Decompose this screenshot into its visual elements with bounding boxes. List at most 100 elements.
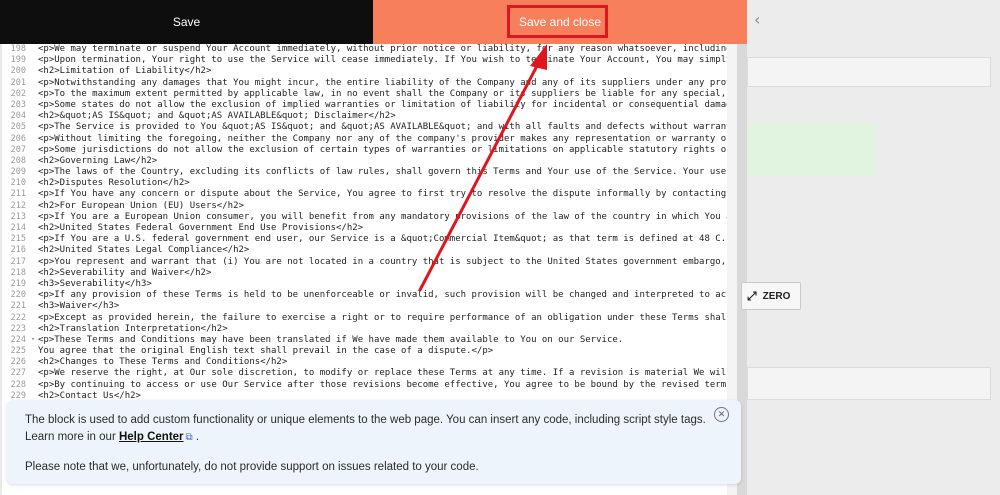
code-text: <h2>Translation Interpretation</h2> bbox=[38, 323, 228, 334]
code-text: <p>To the maximum extent permitted by ap… bbox=[38, 88, 737, 99]
code-line[interactable]: 207 <p>Some jurisdictions do not allow th… bbox=[2, 145, 737, 156]
line-number: 222 bbox=[10, 312, 26, 323]
line-number: 227 bbox=[10, 368, 26, 379]
code-line[interactable]: 210 <h2>Disputes Resolution</h2> bbox=[2, 178, 737, 189]
code-line[interactable]: 223 <h2>Translation Interpretation</h2> bbox=[2, 324, 737, 335]
code-line[interactable]: 209 <p>The laws of the Country, excluding… bbox=[2, 167, 737, 178]
code-text: <h2>Disputes Resolution</h2> bbox=[38, 178, 190, 189]
code-line[interactable]: 200 <h2>Limitation of Liability</h2> bbox=[2, 66, 737, 77]
fold-marker bbox=[28, 290, 38, 301]
line-number: 209 bbox=[10, 167, 26, 178]
code-line[interactable]: 198 <p>We may terminate or suspend Your A… bbox=[2, 44, 737, 55]
code-line[interactable]: 216 <h2>United States Legal Compliance</h… bbox=[2, 245, 737, 256]
line-number: 224 bbox=[10, 334, 26, 345]
expand-icon: ⤢ bbox=[747, 288, 757, 303]
fold-marker bbox=[28, 111, 38, 122]
info-notice: The block is used to add custom function… bbox=[7, 400, 741, 484]
code-line[interactable]: 208 <h2>Governing Law</h2> bbox=[2, 156, 737, 167]
notice-period: . bbox=[195, 431, 200, 443]
fold-marker bbox=[28, 313, 38, 324]
code-text: <p>The laws of the Country, excluding it… bbox=[38, 167, 737, 178]
fold-marker bbox=[28, 279, 38, 290]
code-text: <h2>United States Legal Compliance</h2> bbox=[38, 245, 250, 256]
code-text: <h2>Limitation of Liability</h2> bbox=[38, 66, 212, 77]
code-text: <p>We may terminate or suspend Your Acco… bbox=[38, 44, 737, 54]
code-line[interactable]: 228 <p>By continuing to access or use Our… bbox=[2, 380, 737, 391]
line-number: 210 bbox=[10, 178, 26, 189]
code-line[interactable]: 220 <p>If any provision of these Terms is… bbox=[2, 290, 737, 301]
editor-toolbar: Save Save and close bbox=[0, 0, 747, 44]
fold-marker bbox=[28, 268, 38, 279]
code-line[interactable]: 215 <p>If You are a U.S. federal governme… bbox=[2, 234, 737, 245]
code-line[interactable]: 224 ▾ <p>These Terms and Conditions may ha… bbox=[2, 335, 737, 346]
fold-marker[interactable]: ▾ bbox=[28, 335, 38, 346]
fold-marker bbox=[28, 245, 38, 256]
code-line[interactable]: 206 <p>Without limiting the foregoing, ne… bbox=[2, 134, 737, 145]
code-line[interactable]: 204 <h2>&quot;AS IS&quot; and &quot;AS AV… bbox=[2, 111, 737, 122]
line-number: 211 bbox=[10, 189, 26, 200]
code-line[interactable]: 212 <h2>For European Union (EU) Users</h2… bbox=[2, 201, 737, 212]
line-number: 207 bbox=[10, 144, 26, 155]
fold-marker bbox=[28, 78, 38, 89]
code-text: <p>If any provision of these Terms is he… bbox=[38, 290, 737, 301]
code-line[interactable]: 202 <p>To the maximum extent permitted by… bbox=[2, 89, 737, 100]
highlight-annotation-box bbox=[507, 5, 608, 38]
code-line[interactable]: 203 <p>Some states do not allow the exclu… bbox=[2, 100, 737, 111]
line-number: 199 bbox=[10, 55, 26, 66]
code-line[interactable]: 201 <p>Notwithstanding any damages that Y… bbox=[2, 78, 737, 89]
code-text: <h2>For European Union (EU) Users</h2> bbox=[38, 200, 244, 211]
code-line[interactable]: 213 <p>If You are a European Union consum… bbox=[2, 212, 737, 223]
code-line[interactable]: 227 <p>We reserve the right, at Our sole … bbox=[2, 368, 737, 379]
line-number: 201 bbox=[10, 77, 26, 88]
fold-marker bbox=[28, 368, 38, 379]
fold-marker bbox=[28, 134, 38, 145]
code-line[interactable]: 225 You agree that the original English t… bbox=[2, 346, 737, 357]
code-text: <h2>Changes to These Terms and Condition… bbox=[38, 357, 288, 368]
line-number: 218 bbox=[10, 267, 26, 278]
code-text: <p>If You are a U.S. federal government … bbox=[38, 234, 737, 245]
fold-marker bbox=[28, 357, 38, 368]
line-number: 203 bbox=[10, 99, 26, 110]
code-line[interactable]: 219 <h3>Severability</h3> bbox=[2, 279, 737, 290]
line-number: 216 bbox=[10, 245, 26, 256]
code-text: <p>You represent and warrant that (i) Yo… bbox=[38, 256, 737, 267]
close-icon[interactable]: ✕ bbox=[714, 407, 729, 422]
code-text: <p>The Service is provided to You &quot;… bbox=[38, 122, 737, 133]
chevron-left-icon[interactable]: ‹ bbox=[754, 10, 760, 29]
code-line[interactable]: 199 <p>Upon termination, Your right to us… bbox=[2, 55, 737, 66]
code-text: <p>We reserve the right, at Our sole dis… bbox=[38, 368, 737, 379]
fold-marker bbox=[28, 66, 38, 77]
code-text: <p>Some states do not allow the exclusio… bbox=[38, 99, 737, 110]
code-lines: 198 <p>We may terminate or suspend Your A… bbox=[2, 44, 737, 413]
code-text: <p>Some jurisdictions do not allow the e… bbox=[38, 144, 737, 155]
code-line[interactable]: 226 <h2>Changes to These Terms and Condit… bbox=[2, 357, 737, 368]
line-number: 198 bbox=[10, 44, 26, 54]
zero-button[interactable]: ⤢ ZERO bbox=[741, 282, 801, 310]
notice-text-line2: Learn more in our Help Center ⧉ . bbox=[25, 431, 199, 443]
fold-marker bbox=[28, 201, 38, 212]
fold-marker bbox=[28, 178, 38, 189]
code-line[interactable]: 214 <h2>United States Federal Government … bbox=[2, 223, 737, 234]
fold-marker bbox=[28, 324, 38, 335]
help-center-link[interactable]: Help Center bbox=[119, 431, 184, 443]
code-line[interactable]: 205 <p>The Service is provided to You &qu… bbox=[2, 122, 737, 133]
fold-marker bbox=[28, 212, 38, 223]
code-text: <h2>Severability and Waiver</h2> bbox=[38, 267, 212, 278]
fold-marker bbox=[28, 122, 38, 133]
code-line[interactable]: 217 <p>You represent and warrant that (i)… bbox=[2, 257, 737, 268]
line-number: 226 bbox=[10, 357, 26, 368]
code-text: <p>Upon termination, Your right to use t… bbox=[38, 55, 737, 66]
notice-text-line3: Please note that we, unfortunately, do n… bbox=[25, 461, 479, 473]
fold-marker bbox=[28, 100, 38, 111]
notice-learn-more-text: Learn more in our bbox=[25, 431, 116, 443]
code-line[interactable]: 221 <h3>Waiver</h3> bbox=[2, 301, 737, 312]
code-line[interactable]: 218 <h2>Severability and Waiver</h2> bbox=[2, 268, 737, 279]
code-text: <h2>&quot;AS IS&quot; and &quot;AS AVAIL… bbox=[38, 111, 396, 122]
notice-text-line1: The block is used to add custom function… bbox=[25, 414, 706, 426]
fold-marker bbox=[28, 189, 38, 200]
zero-button-label: ZERO bbox=[762, 290, 791, 302]
save-button[interactable]: Save bbox=[0, 0, 373, 44]
line-number: 215 bbox=[10, 234, 26, 245]
code-line[interactable]: 222 <p>Except as provided herein, the fai… bbox=[2, 313, 737, 324]
code-line[interactable]: 211 <p>If You have any concern or dispute… bbox=[2, 189, 737, 200]
